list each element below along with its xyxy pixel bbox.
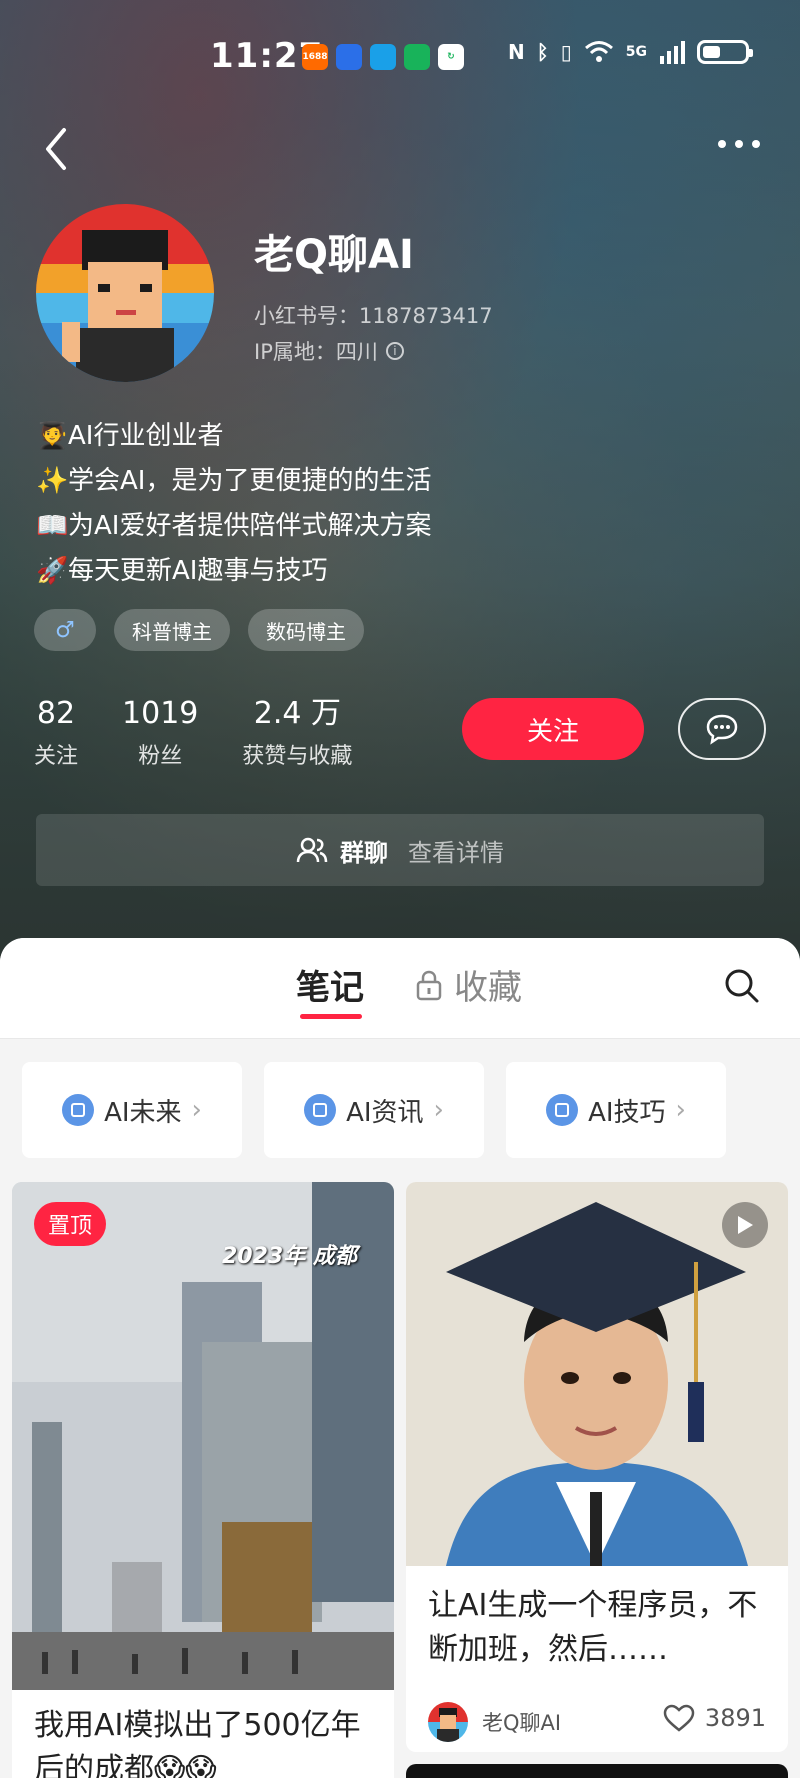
pinned-badge: 置顶 <box>34 1202 107 1246</box>
stat-label: 粉丝 <box>138 744 183 769</box>
vibrate-icon: ▯ <box>560 40 572 64</box>
nickname: 老Q聊AI <box>254 232 414 278</box>
tab-favorites-label: 收藏 <box>454 968 522 1008</box>
red-id[interactable]: 小红书号：1187873417 <box>254 300 493 330</box>
stat-following[interactable]: 82 关注 <box>34 694 78 770</box>
collection-list: AI未来 › AI资讯 › AI技巧 › <box>22 1062 726 1158</box>
status-indicators: N ᛒ ▯ 5G <box>508 40 753 64</box>
message-button[interactable] <box>678 698 766 760</box>
bio-text: 学会AI，是为了更便捷的的生活 <box>68 466 432 496</box>
info-icon[interactable]: i <box>385 342 404 360</box>
group-chat-title: 群聊 <box>340 838 388 867</box>
tab-notes[interactable]: 笔记 <box>296 960 364 1009</box>
chevron-right-icon: › <box>191 1095 202 1125</box>
profile-tags: ♂ 科普博主 数码博主 <box>34 609 364 651</box>
collection-icon <box>62 1094 95 1126</box>
status-app-icons: 1688 ↻ <box>302 44 464 70</box>
content-sheet: 笔记 收藏 AI未来 › AI资讯 › AI技巧 › 置顶 2023年 成都 我… <box>0 938 800 1778</box>
signal-icon <box>660 41 685 64</box>
follow-button[interactable]: 关注 <box>462 698 644 760</box>
avatar[interactable] <box>36 204 214 382</box>
collection-label: AI资讯 <box>346 1097 424 1128</box>
author-name: 老Q聊AI <box>482 1711 562 1735</box>
app-1688-icon: 1688 <box>302 44 328 70</box>
app-dd-icon <box>336 44 362 70</box>
stat-number: 82 <box>36 696 76 731</box>
note-title: 我用AI模拟出了500亿年后的成都😱😱 <box>34 1708 361 1778</box>
ip-location: IP属地：四川 i <box>254 336 404 366</box>
bluetooth-icon: ᛒ <box>536 40 549 64</box>
ip-location-text: IP属地：四川 <box>254 340 378 364</box>
stat-number: 1019 <box>122 696 199 731</box>
network-type: 5G <box>625 44 647 60</box>
collection-label: AI技巧 <box>588 1097 666 1128</box>
chevron-right-icon: › <box>675 1095 686 1125</box>
sparkles-emoji-icon: ✨ <box>36 466 69 496</box>
note-card-partial[interactable] <box>406 1764 788 1778</box>
app-browser-icon <box>370 44 396 70</box>
gender-male-icon: ♂ <box>34 609 96 651</box>
note-card[interactable]: 让AI生成一个程序员，不断加班，然后…… 老Q聊AI 3891 <box>406 1182 788 1752</box>
app-green-icon <box>404 44 430 70</box>
active-tab-indicator <box>300 1014 362 1019</box>
search-icon[interactable] <box>724 968 760 1004</box>
video-play-icon <box>722 1202 768 1248</box>
cover-overlay-text: 2023年 成都 <box>222 1244 357 1269</box>
chat-bubble-icon <box>706 714 738 745</box>
tag-digital-blogger[interactable]: 数码博主 <box>248 609 364 651</box>
bio-line: 🧑‍🎓AI行业创业者 <box>36 414 431 459</box>
stat-number: 2.4 万 <box>253 696 341 731</box>
author-avatar <box>428 1702 468 1742</box>
battery-icon <box>697 40 753 64</box>
group-chat-details-link[interactable]: 查看详情 <box>408 833 504 868</box>
collection-label: AI未来 <box>104 1097 182 1128</box>
wifi-icon <box>584 41 613 62</box>
like-count[interactable]: 3891 <box>663 1704 766 1732</box>
collection-icon <box>546 1094 579 1126</box>
chevron-right-icon: › <box>433 1095 444 1125</box>
book-emoji-icon: 📖 <box>36 511 69 541</box>
collection-icon <box>304 1094 337 1126</box>
back-arrow-icon[interactable] <box>38 124 72 174</box>
collection-ai-news[interactable]: AI资讯 › <box>264 1062 484 1158</box>
nfc-icon: N <box>508 40 525 64</box>
bio: 🧑‍🎓AI行业创业者 ✨学会AI，是为了更便捷的的生活 📖为AI爱好者提供陪伴式… <box>36 414 431 594</box>
bio-line: 🚀每天更新AI趣事与技巧 <box>36 549 431 594</box>
stat-label: 关注 <box>34 744 79 769</box>
group-chat-bar[interactable]: 群聊 查看详情 <box>36 814 764 886</box>
note-card[interactable]: 置顶 2023年 成都 我用AI模拟出了500亿年后的成都😱😱 <box>12 1182 394 1778</box>
bio-line: ✨学会AI，是为了更便捷的的生活 <box>36 459 431 504</box>
note-author[interactable]: 老Q聊AI <box>428 1702 561 1742</box>
group-users-icon <box>296 837 328 863</box>
collection-ai-tips[interactable]: AI技巧 › <box>506 1062 726 1158</box>
like-count-text: 3891 <box>704 1704 766 1732</box>
heart-icon <box>663 1704 695 1732</box>
stat-followers[interactable]: 1019 粉丝 <box>122 694 198 770</box>
bio-line: 📖为AI爱好者提供陪伴式解决方案 <box>36 504 431 549</box>
tab-bar: 笔记 收藏 <box>0 938 800 1039</box>
tab-favorites[interactable]: 收藏 <box>416 960 522 1009</box>
rocket-emoji-icon: 🚀 <box>36 556 69 586</box>
student-emoji-icon: 🧑‍🎓 <box>36 421 69 451</box>
app-refresh-icon: ↻ <box>438 44 464 70</box>
bio-text: AI行业创业者 <box>68 421 224 451</box>
bio-text: 每天更新AI趣事与技巧 <box>68 556 328 586</box>
stat-likes-collects[interactable]: 2.4 万 获赞与收藏 <box>242 694 352 770</box>
profile-stats: 82 关注 1019 粉丝 2.4 万 获赞与收藏 <box>34 694 396 770</box>
note-title: 让AI生成一个程序员，不断加班，然后…… <box>428 1588 758 1667</box>
lock-icon <box>416 970 442 1000</box>
tag-science-blogger[interactable]: 科普博主 <box>114 609 230 651</box>
stat-label: 获赞与收藏 <box>242 744 353 769</box>
collection-ai-future[interactable]: AI未来 › <box>22 1062 242 1158</box>
bio-text: 为AI爱好者提供陪伴式解决方案 <box>68 511 432 541</box>
more-options-icon[interactable] <box>718 140 760 148</box>
